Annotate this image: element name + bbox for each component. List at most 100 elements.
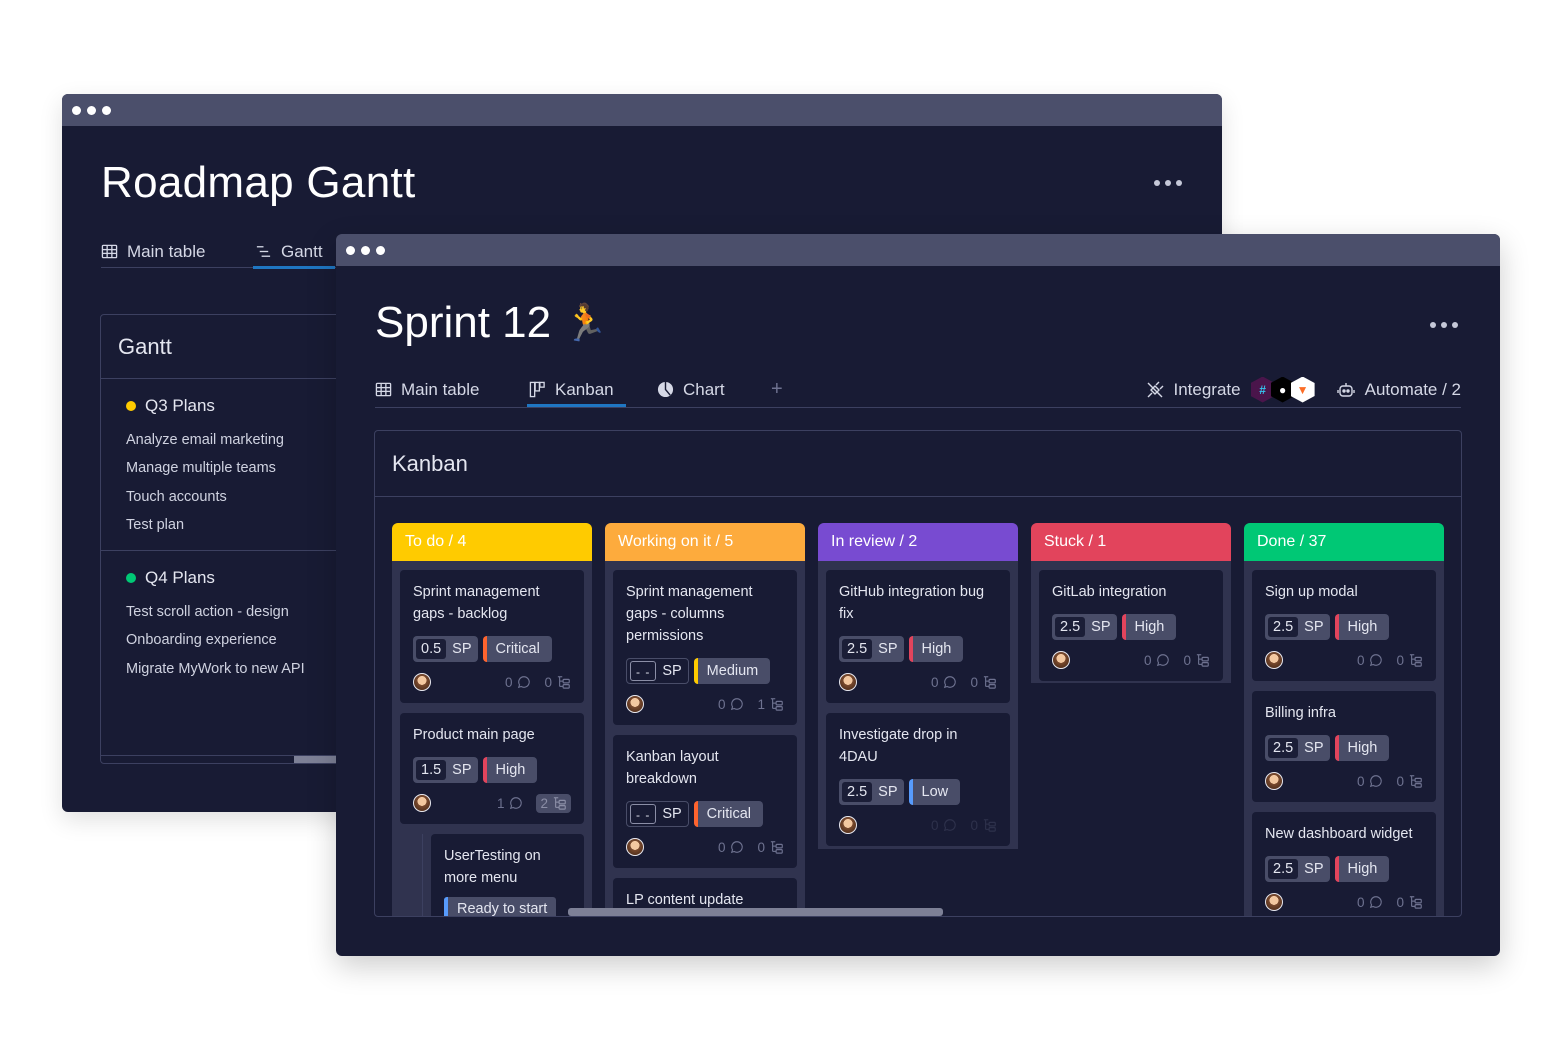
tab-main-table[interactable]: Main table [375,374,479,405]
avatar[interactable] [1265,651,1283,669]
subitem-card[interactable]: UserTesting on more menu Ready to start [431,834,584,916]
integrate-button[interactable]: Integrate [1146,380,1241,400]
story-points-chip[interactable]: 2.5 SP [839,636,904,662]
story-points-chip[interactable]: 2.5 SP [1265,614,1330,640]
group-title: Q3 Plans [145,396,215,415]
more-options-button[interactable] [1154,180,1182,186]
window-dot[interactable] [87,105,96,115]
comments-count[interactable]: 1 [497,796,524,811]
story-points-chip[interactable]: 2.5 SP [1265,735,1330,761]
kanban-card[interactable]: Billing infra 2.5 SP High 0 0 [1252,691,1436,802]
horizontal-scrollbar[interactable] [568,908,943,916]
story-points-chip[interactable]: - - SP [626,658,689,684]
comments-count[interactable]: 0 [1357,653,1384,668]
window-dot[interactable] [361,245,370,255]
subitems-count[interactable]: 0 [544,675,571,690]
subitems-count[interactable]: 0 [1396,653,1423,668]
comments-count[interactable]: 0 [1357,774,1384,789]
more-options-button[interactable] [1430,322,1458,328]
story-points-unit: SP [452,762,472,778]
column-header[interactable]: In review / 2 [818,523,1018,561]
comments-count[interactable]: 0 [931,818,958,833]
window-dot[interactable] [102,105,111,115]
kanban-card[interactable]: New dashboard widget 2.5 SP High 0 0 [1252,812,1436,916]
avatar[interactable] [626,695,644,713]
comments-value: 0 [1356,773,1365,789]
horizontal-scrollbar[interactable] [101,755,359,763]
comments-count[interactable]: 0 [1144,653,1171,668]
priority-chip[interactable]: Low [908,779,961,805]
window-titlebar[interactable] [62,94,1222,126]
comments-count[interactable]: 0 [505,675,532,690]
avatar[interactable] [839,673,857,691]
subitems-value: 0 [1396,652,1404,668]
kanban-card[interactable]: GitLab integration 2.5 SP High 0 0 [1039,570,1223,681]
story-points-chip[interactable]: 2.5 SP [1052,614,1117,640]
gantt-item[interactable]: Migrate MyWork to new API [126,652,359,686]
subitems-value: 0 [544,674,552,690]
comments-count[interactable]: 0 [931,675,958,690]
story-points-chip[interactable]: 2.5 SP [1265,856,1330,882]
avatar[interactable] [839,816,857,834]
kanban-card[interactable]: Kanban layout breakdown - - SP Critical … [613,735,797,868]
priority-chip[interactable]: Critical [482,636,552,662]
priority-chip[interactable]: High [482,757,538,783]
avatar[interactable] [413,794,431,812]
subitems-count[interactable]: 0 [970,818,997,833]
subitems-icon [1409,775,1422,788]
window-dot[interactable] [346,245,355,255]
comments-count[interactable]: 0 [718,697,745,712]
kanban-card[interactable]: Investigate drop in 4DAU 2.5 SP Low 0 0 [826,713,1010,846]
window-dot[interactable] [376,245,385,255]
story-points-chip[interactable]: 0.5 SP [413,636,478,662]
priority-chip[interactable]: High [1121,614,1177,640]
gantt-item[interactable]: Test plan [126,508,359,542]
tab-main-table[interactable]: Main table [101,236,205,267]
column-header[interactable]: Done / 37 [1244,523,1444,561]
priority-chip[interactable]: Medium [693,658,771,684]
subitems-count[interactable]: 0 [757,840,784,855]
group-header[interactable]: Q4 Plans [126,567,359,589]
tab-gantt[interactable]: Gantt [253,236,335,269]
avatar[interactable] [1052,651,1070,669]
comments-count[interactable]: 0 [1357,895,1384,910]
column-header[interactable]: Stuck / 1 [1031,523,1231,561]
kanban-card[interactable]: Sprint management gaps - backlog 0.5 SP … [400,570,584,703]
kanban-card[interactable]: GitHub integration bug fix 2.5 SP High 0… [826,570,1010,703]
priority-label: High [1347,619,1378,635]
avatar[interactable] [1265,772,1283,790]
story-points-chip[interactable]: - - SP [626,801,689,827]
priority-label: Critical [495,641,540,657]
add-view-button[interactable]: + [771,374,783,405]
window-titlebar[interactable] [336,234,1500,266]
priority-chip[interactable]: High [1334,735,1390,761]
automate-button[interactable]: Automate / 2 [1336,380,1461,400]
group-header[interactable]: Q3 Plans [126,395,359,417]
subitems-count[interactable]: 2 [536,793,571,813]
kanban-card[interactable]: Sprint management gaps - columns permiss… [613,570,797,725]
avatar[interactable] [626,838,644,856]
priority-chip[interactable]: High [908,636,964,662]
kanban-card[interactable]: Product main page 1.5 SP High 1 2 [400,713,584,824]
status-chip[interactable]: Ready to start [444,897,557,916]
subitems-count[interactable]: 0 [970,675,997,690]
story-points-chip[interactable]: 1.5 SP [413,757,478,783]
priority-chip[interactable]: High [1334,856,1390,882]
tab-chart[interactable]: Chart [657,374,725,405]
subitems-count[interactable]: 0 [1396,895,1423,910]
tab-kanban[interactable]: Kanban [527,374,626,407]
subitems-count[interactable]: 0 [1396,774,1423,789]
column-header[interactable]: Working on it / 5 [605,523,805,561]
priority-chip[interactable]: Critical [693,801,763,827]
priority-chip[interactable]: High [1334,614,1390,640]
story-points-chip[interactable]: 2.5 SP [839,779,904,805]
subitems-count[interactable]: 1 [757,697,784,712]
comments-count[interactable]: 0 [718,840,745,855]
subitems-count[interactable]: 0 [1183,653,1210,668]
integration-icons[interactable]: # ● ▼ [1250,376,1315,403]
kanban-card[interactable]: Sign up modal 2.5 SP High 0 0 [1252,570,1436,681]
avatar[interactable] [1265,893,1283,911]
window-dot[interactable] [72,105,81,115]
column-header[interactable]: To do / 4 [392,523,592,561]
avatar[interactable] [413,673,431,691]
